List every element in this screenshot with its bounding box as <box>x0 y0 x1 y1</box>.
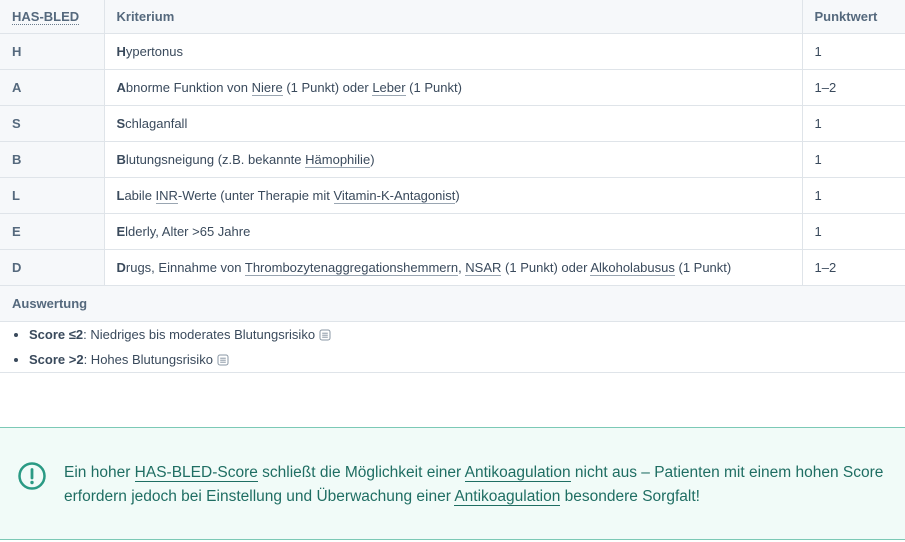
has-bled-abbr[interactable]: HAS-BLED <box>12 9 80 25</box>
row-letter: A <box>0 69 105 106</box>
row-points: 1–2 <box>802 69 905 106</box>
row-letter: E <box>0 213 105 250</box>
header-kriterium: Kriterium <box>104 0 803 34</box>
initial-letter: E <box>116 224 126 239</box>
row-points: 1 <box>802 141 905 178</box>
criterion-text: bnorme Funktion von <box>125 80 252 95</box>
table-header-row: HAS-BLED Kriterium Punktwert <box>0 0 905 34</box>
criterion-text: ) <box>455 188 460 203</box>
criterion-text: besondere Sorgfalt! <box>560 488 700 505</box>
glossary-link[interactable]: HAS-BLED-Score <box>134 464 258 482</box>
score-label: Score >2 <box>29 352 84 367</box>
evaluation-header-row: Auswertung <box>0 285 905 322</box>
criterion-text: (1 Punkt) <box>674 260 732 275</box>
table-row: S Schlaganfall 1 <box>0 105 905 142</box>
row-criterion: Abnorme Funktion von Niere (1 Punkt) ode… <box>104 69 803 106</box>
glossary-link[interactable]: Thrombozytenaggregationshemmern <box>244 260 459 276</box>
table-row: B Blutungsneigung (z.B. bekannte Hämophil… <box>0 141 905 178</box>
exclamation-circle-icon <box>18 462 46 490</box>
criterion-text: schließt die Möglichkeit einer <box>257 464 465 481</box>
header-punktwert: Punktwert <box>802 0 905 34</box>
glossary-link[interactable]: Niere <box>251 80 283 96</box>
criterion-text: (1 Punkt) oder <box>282 80 373 95</box>
initial-letter: B <box>116 152 126 167</box>
evaluation-body-row: Score ≤2: Niedriges bis moderates Blutun… <box>0 321 905 373</box>
table-row: L Labile INR-Werte (unter Therapie mit Vi… <box>0 177 905 214</box>
table-row: A Abnorme Funktion von Niere (1 Punkt) od… <box>0 69 905 106</box>
criterion-text: lutungsneigung (z.B. bekannte <box>125 152 306 167</box>
info-callout: Ein hoher HAS-BLED-Score schließt die Mö… <box>0 427 905 540</box>
row-points: 1 <box>802 177 905 214</box>
glossary-link[interactable]: INR <box>155 188 178 204</box>
initial-letter: H <box>116 44 126 59</box>
criterion-text: ) <box>370 152 375 167</box>
glossary-link[interactable]: Leber <box>372 80 406 96</box>
table-row: E Elderly, Alter >65 Jahre 1 <box>0 213 905 250</box>
initial-letter: S <box>116 116 126 131</box>
row-letter: S <box>0 105 105 142</box>
row-criterion: Schlaganfall <box>104 105 803 142</box>
table-row: H Hypertonus 1 <box>0 33 905 70</box>
criterion-text: Ein hoher <box>64 464 135 481</box>
note-icon[interactable] <box>319 329 331 341</box>
glossary-link[interactable]: NSAR <box>465 260 502 276</box>
glossary-link[interactable]: Vitamin-K-Antagonist <box>333 188 456 204</box>
table-row: D Drugs, Einnahme von Thrombozytenaggrega… <box>0 249 905 286</box>
row-criterion: Labile INR-Werte (unter Therapie mit Vit… <box>104 177 803 214</box>
criterion-text: -Werte (unter Therapie mit <box>177 188 334 203</box>
row-points: 1 <box>802 105 905 142</box>
evaluation-item: Score ≤2: Niedriges bis moderates Blutun… <box>29 322 893 347</box>
row-points: 1–2 <box>802 249 905 286</box>
criterion-text: ypertonus <box>125 44 183 59</box>
glossary-link[interactable]: Antikoagulation <box>454 488 561 506</box>
header-has-bled: HAS-BLED <box>0 0 105 34</box>
initial-letter: A <box>116 80 126 95</box>
glossary-link[interactable]: Alkoholabusus <box>590 260 675 276</box>
evaluation-list: Score ≤2: Niedriges bis moderates Blutun… <box>12 322 893 372</box>
row-criterion: Elderly, Alter >65 Jahre <box>104 213 803 250</box>
row-criterion: Hypertonus <box>104 33 803 70</box>
criterion-text: chlaganfall <box>125 116 188 131</box>
criterion-text: (1 Punkt) oder <box>501 260 591 275</box>
row-criterion: Drugs, Einnahme von Thrombozytenaggregat… <box>104 249 803 286</box>
row-letter: H <box>0 33 105 70</box>
criterion-text: lderly, Alter >65 Jahre <box>125 224 251 239</box>
score-text: : Niedriges bis moderates Blutungsrisiko <box>83 327 316 342</box>
evaluation-title: Auswertung <box>0 285 905 322</box>
row-letter: B <box>0 141 105 178</box>
evaluation-cell: Score ≤2: Niedriges bis moderates Blutun… <box>0 321 905 373</box>
criterion-text: (1 Punkt) <box>405 80 462 95</box>
row-letter: L <box>0 177 105 214</box>
row-points: 1 <box>802 213 905 250</box>
criterion-text: rugs, Einnahme von <box>125 260 245 275</box>
initial-letter: D <box>116 260 126 275</box>
evaluation-item: Score >2: Hohes Blutungsrisiko <box>29 347 893 372</box>
row-letter: D <box>0 249 105 286</box>
score-label: Score ≤2 <box>29 327 84 342</box>
glossary-link[interactable]: Hämophilie <box>305 152 371 168</box>
has-bled-table: HAS-BLED Kriterium Punktwert H Hypertonus… <box>0 0 905 373</box>
note-icon[interactable] <box>217 354 229 366</box>
row-criterion: Blutungsneigung (z.B. bekannte Hämophili… <box>104 141 803 178</box>
row-points: 1 <box>802 33 905 70</box>
glossary-link[interactable]: Antikoagulation <box>464 464 571 482</box>
score-text: : Hohes Blutungsrisiko <box>83 352 213 367</box>
criterion-text: abile <box>124 188 156 203</box>
callout-text: Ein hoher HAS-BLED-Score schließt die Mö… <box>64 461 884 509</box>
